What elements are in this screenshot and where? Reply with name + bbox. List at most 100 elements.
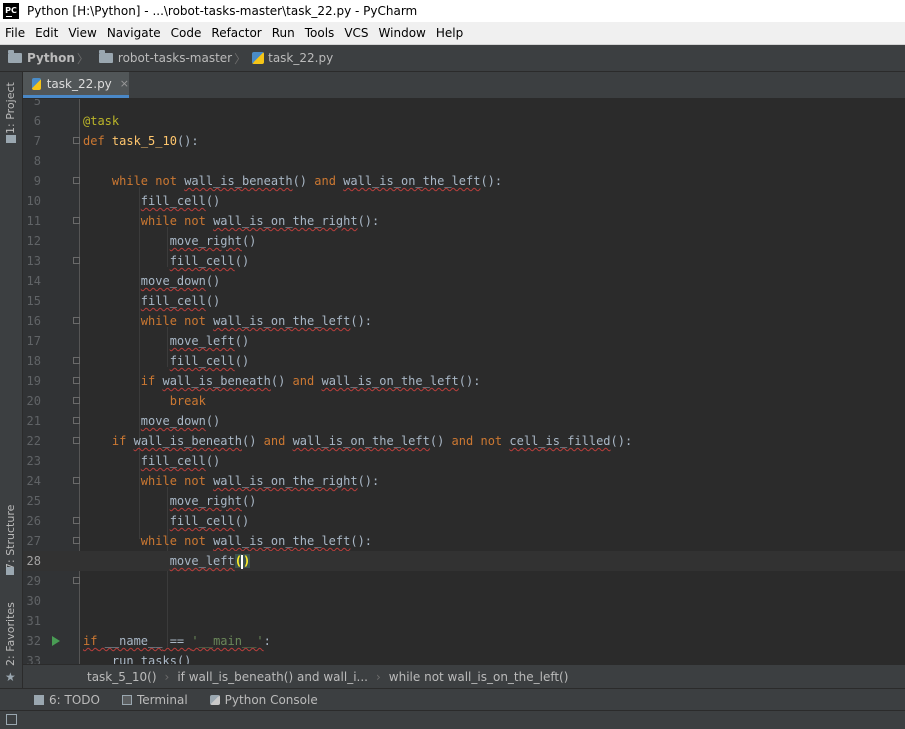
- code-line: 24 while not wall_is_on_the_right():: [26, 474, 380, 488]
- fold-icon[interactable]: [73, 177, 80, 184]
- terminal-icon: [121, 695, 132, 705]
- fold-icon[interactable]: [73, 477, 80, 484]
- menu-navigate[interactable]: Navigate: [102, 26, 166, 40]
- code-line: 17 move_left(): [26, 334, 250, 348]
- menu-edit[interactable]: Edit: [30, 26, 63, 40]
- fold-icon[interactable]: [73, 377, 80, 384]
- fold-icon[interactable]: [73, 537, 80, 544]
- code-line: 23 fill_cell(): [26, 454, 221, 468]
- navigation-bar: Python 〉 robot-tasks-master 〉 task_22.py: [0, 45, 905, 72]
- project-tool-tab-label: 1: Project: [4, 82, 17, 134]
- code-line: 15 fill_cell(): [26, 294, 221, 308]
- project-folder-icon[interactable]: [6, 135, 16, 143]
- todo-tool-tab-label: 6: TODO: [49, 693, 100, 707]
- nav-project[interactable]: Python: [27, 51, 75, 65]
- menu-refactor[interactable]: Refactor: [206, 26, 266, 40]
- structure-icon[interactable]: [6, 567, 14, 575]
- breadcrumb-if[interactable]: if wall_is_beneath() and wall_i...: [169, 670, 376, 684]
- left-tool-strip: 1: Project 7: Structure 2: Favorites ★: [0, 72, 23, 688]
- folder-icon: [98, 50, 113, 63]
- favorites-tool-tab[interactable]: 2: Favorites: [0, 600, 22, 670]
- python-file-icon: [32, 77, 41, 90]
- fold-icon[interactable]: [73, 317, 80, 324]
- fold-icon[interactable]: [73, 397, 80, 404]
- code-line: 21 move_down(): [26, 414, 221, 428]
- menu-tools[interactable]: Tools: [300, 26, 340, 40]
- bottom-tool-bar: 6: TODO Terminal Python Console: [0, 688, 905, 711]
- code-line: 10 fill_cell(): [26, 194, 221, 208]
- code-line: 6 @task: [33, 114, 120, 128]
- todo-tool-tab[interactable]: 6: TODO: [34, 693, 100, 707]
- code-line: 22 if wall_is_beneath() and wall_is_on_t…: [26, 434, 633, 448]
- fold-icon[interactable]: [73, 217, 80, 224]
- pycharm-logo-icon: PC: [3, 3, 19, 19]
- editor-tab-bar: task_22.py ×: [23, 72, 905, 99]
- fold-icon[interactable]: [73, 437, 80, 444]
- favorites-star-icon[interactable]: ★: [5, 670, 16, 684]
- code-line: 26 fill_cell(): [26, 514, 250, 528]
- menu-run[interactable]: Run: [267, 26, 300, 40]
- code-line: 14 move_down(): [26, 274, 221, 288]
- code-line: 12 move_right(): [26, 234, 257, 248]
- fold-icon[interactable]: [73, 137, 80, 144]
- python-console-tool-tab-label: Python Console: [224, 693, 318, 707]
- todo-icon: [34, 695, 44, 705]
- fold-icon[interactable]: [73, 417, 80, 424]
- structure-tool-tab-label: 7: Structure: [4, 504, 17, 570]
- nav-separator-icon: 〉: [76, 51, 89, 66]
- menu-bar: File Edit View Navigate Code Refactor Ru…: [0, 22, 905, 45]
- close-icon[interactable]: ×: [120, 77, 129, 90]
- fold-icon[interactable]: [73, 517, 80, 524]
- code-line-current: 28 move_left(): [23, 551, 905, 571]
- code-line: 27 while not wall_is_on_the_left():: [26, 534, 373, 548]
- breadcrumb-function[interactable]: task_5_10(): [23, 670, 165, 684]
- title-bar: PC Python [H:\Python] - ...\robot-tasks-…: [0, 0, 905, 22]
- code-line: 16 while not wall_is_on_the_left():: [26, 314, 373, 328]
- nav-folder[interactable]: robot-tasks-master: [118, 51, 232, 65]
- menu-view[interactable]: View: [63, 26, 101, 40]
- python-console-icon: [209, 695, 220, 705]
- code-line: 31: [26, 614, 41, 628]
- code-line: 18 fill_cell(): [26, 354, 250, 368]
- editor-tab-label: task_22.py: [46, 76, 112, 91]
- menu-vcs[interactable]: VCS: [339, 26, 373, 40]
- status-bar: [0, 710, 905, 729]
- run-gutter-icon[interactable]: [52, 636, 60, 646]
- python-file-icon: [252, 52, 265, 64]
- nav-file[interactable]: task_22.py: [268, 51, 333, 65]
- python-console-tool-tab[interactable]: Python Console: [209, 693, 318, 707]
- window-title: Python [H:\Python] - ...\robot-tasks-mas…: [27, 4, 418, 18]
- nav-separator-icon: 〉: [234, 51, 247, 66]
- code-line: 5: [33, 99, 41, 108]
- code-line: 20 break: [26, 394, 206, 408]
- breadcrumb-while[interactable]: while not wall_is_on_the_left(): [381, 670, 577, 684]
- code-line: 33 run_tasks(): [26, 654, 192, 664]
- code-line: 9 while not wall_is_beneath() and wall_i…: [33, 174, 503, 188]
- code-line: 25 move_right(): [26, 494, 257, 508]
- code-line: 8: [33, 154, 41, 168]
- menu-window[interactable]: Window: [374, 26, 431, 40]
- terminal-tool-tab[interactable]: Terminal: [121, 693, 188, 707]
- terminal-tool-tab-label: Terminal: [136, 693, 188, 707]
- fold-icon[interactable]: [73, 357, 80, 364]
- fold-icon[interactable]: [73, 257, 80, 264]
- code-line: 19 if wall_is_beneath() and wall_is_on_t…: [26, 374, 481, 388]
- code-line: 7 def task_5_10():: [33, 134, 199, 148]
- code-line: 11 while not wall_is_on_the_right():: [26, 214, 380, 228]
- code-line: 32 if __name__ == '__main__':: [26, 634, 271, 648]
- structure-tool-tab[interactable]: 7: Structure: [0, 502, 22, 572]
- editor-tab-task22[interactable]: task_22.py ×: [23, 72, 129, 98]
- code-line: 30: [26, 594, 41, 608]
- menu-file[interactable]: File: [0, 26, 30, 40]
- tool-windows-toggle-icon[interactable]: [6, 714, 17, 725]
- code-editor[interactable]: 5 6 @task 7 def task_5_10(): 8 9 while n…: [23, 99, 905, 664]
- folder-icon: [8, 50, 22, 63]
- code-line: 13 fill_cell(): [26, 254, 250, 268]
- fold-icon[interactable]: [73, 577, 80, 584]
- project-tool-tab[interactable]: 1: Project: [0, 82, 22, 142]
- favorites-tool-tab-label: 2: Favorites: [4, 602, 17, 666]
- code-line: 29: [23, 571, 905, 591]
- menu-help[interactable]: Help: [431, 26, 468, 40]
- menu-code[interactable]: Code: [166, 26, 207, 40]
- editor-breadcrumbs: task_5_10() › if wall_is_beneath() and w…: [23, 664, 905, 689]
